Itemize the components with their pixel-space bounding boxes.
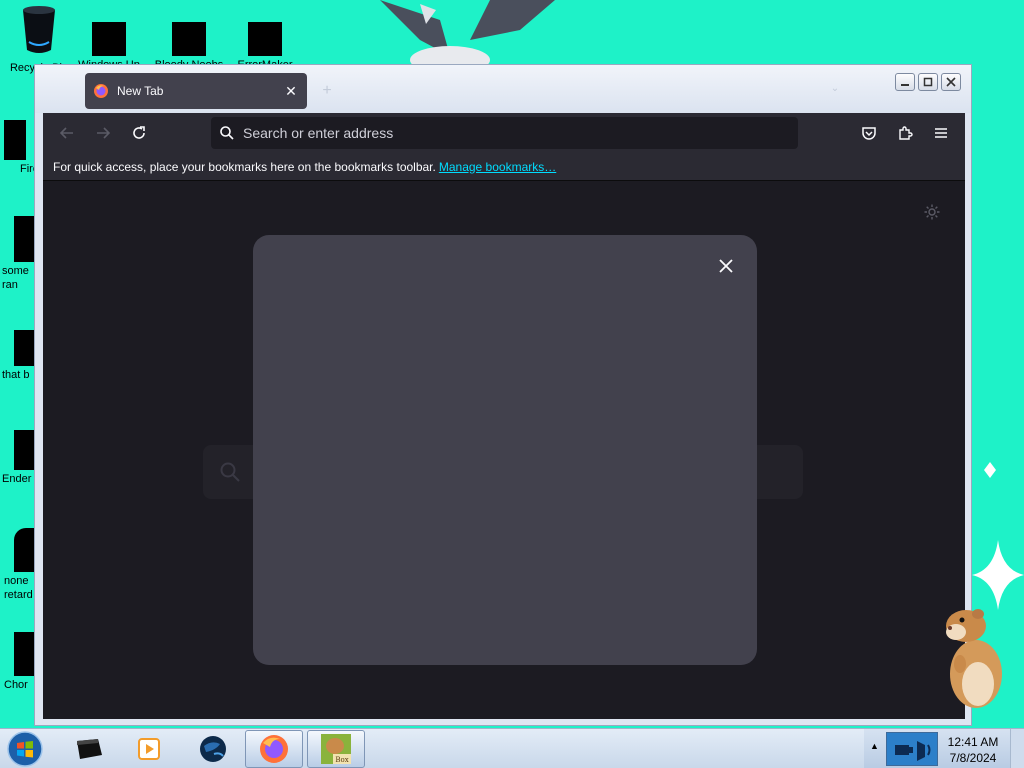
desktop-icon-that-b[interactable]: that b	[2, 330, 36, 382]
close-tab-icon[interactable]: ✕	[283, 83, 299, 99]
desktop-icon-none[interactable]: none retard	[4, 528, 36, 602]
redacted-icon	[172, 22, 206, 56]
taskbar-clock[interactable]: 12:41 AM 7/8/2024	[940, 734, 1006, 766]
sparkle-icon	[984, 462, 996, 481]
app-icon-black	[77, 739, 102, 759]
navigation-toolbar	[43, 113, 965, 153]
show-desktop-button[interactable]	[1010, 729, 1024, 768]
back-button[interactable]	[55, 121, 79, 145]
puzzle-piece-icon	[899, 126, 913, 140]
forward-button[interactable]	[91, 121, 115, 145]
redacted-icon	[14, 216, 36, 262]
redacted-icon	[14, 430, 36, 470]
taskbar-app-black[interactable]	[60, 730, 118, 768]
minimize-button[interactable]	[895, 73, 915, 91]
arrow-right-icon	[97, 127, 111, 139]
redacted-icon	[4, 120, 26, 160]
tab-title: New Tab	[117, 84, 164, 98]
redacted-icon	[14, 330, 36, 366]
svg-text:Box: Box	[335, 756, 348, 764]
redacted-icon	[14, 528, 36, 572]
desktop-icon-windows-up[interactable]: Windows Up	[74, 10, 144, 72]
desktop-icon-some-ran[interactable]: some ran	[2, 216, 36, 292]
address-input[interactable]	[243, 125, 798, 141]
clock-date: 7/8/2024	[949, 751, 997, 765]
chevron-up-icon[interactable]: ▲	[870, 741, 879, 751]
pocket-icon	[862, 127, 876, 140]
address-bar	[211, 117, 798, 149]
desktop-icon-ender[interactable]: Ender	[2, 430, 36, 486]
extensions-button[interactable]	[893, 121, 917, 145]
close-window-button[interactable]	[941, 73, 961, 91]
search-icon	[220, 126, 234, 140]
bookmarks-toolbar: For quick access, place your bookmarks h…	[43, 153, 965, 181]
desktop-icon-chor[interactable]: Chor	[4, 632, 36, 692]
firefox-window: New Tab ✕ + ⌄ Search or enter address Fo…	[34, 64, 972, 726]
tab-new-tab[interactable]: New Tab ✕	[85, 73, 307, 109]
search-icon	[220, 462, 240, 482]
taskbar-media-player[interactable]	[120, 730, 178, 768]
desktop-icon-bloody-noobs[interactable]: Bloody Noobs	[154, 10, 224, 72]
clock-time: 12:41 AM	[947, 735, 999, 749]
globe-icon	[200, 736, 226, 762]
chevron-down-icon[interactable]: ⌄	[825, 83, 845, 99]
firefox-icon	[94, 84, 108, 98]
manage-bookmarks-link[interactable]: Manage bookmarks…	[439, 160, 556, 174]
reload-icon	[133, 126, 145, 139]
maximize-button[interactable]	[918, 73, 938, 91]
start-button[interactable]	[6, 730, 46, 768]
pocket-button[interactable]	[857, 121, 881, 145]
taskbar-box-game[interactable]: Box	[307, 730, 365, 768]
bookmarks-hint: For quick access, place your bookmarks h…	[53, 159, 436, 174]
desktop-icon-fire[interactable]: Fire	[4, 120, 38, 176]
wallpaper-character	[380, 0, 555, 66]
box-game-icon: Box	[321, 734, 351, 764]
close-dialog-button[interactable]	[715, 255, 737, 277]
window-controls	[895, 73, 961, 91]
media-player-icon	[138, 738, 160, 760]
new-tab-page	[43, 181, 965, 719]
redacted-icon	[92, 22, 126, 56]
system-tray: ▲ 12:41 AM 7/8/2024	[864, 729, 1024, 768]
sparkle-icon	[972, 540, 1024, 613]
gear-icon[interactable]	[923, 203, 941, 224]
app-menu-button[interactable]	[929, 121, 953, 145]
tray-icons	[886, 732, 938, 766]
new-tab-button[interactable]: +	[315, 81, 339, 101]
arrow-left-icon	[59, 127, 73, 139]
reload-button[interactable]	[127, 121, 151, 145]
hamburger-menu-icon	[935, 128, 947, 138]
taskbar: Box ▲ 12:41 AM 7/8/2024	[0, 728, 1024, 768]
taskbar-globe[interactable]	[184, 730, 242, 768]
tab-strip: New Tab ✕ + ⌄	[35, 65, 971, 113]
hamster-pet	[946, 609, 1002, 708]
redacted-icon	[248, 22, 282, 56]
onboarding-dialog	[253, 235, 757, 665]
desktop-icon-errormaker[interactable]: ErrorMaker	[230, 10, 300, 72]
redacted-icon	[14, 632, 36, 676]
close-icon	[719, 259, 733, 273]
taskbar-firefox[interactable]	[245, 730, 303, 768]
firefox-icon	[260, 735, 288, 763]
recycle-bin-icon	[23, 6, 55, 53]
windows-logo-icon	[7, 731, 43, 767]
